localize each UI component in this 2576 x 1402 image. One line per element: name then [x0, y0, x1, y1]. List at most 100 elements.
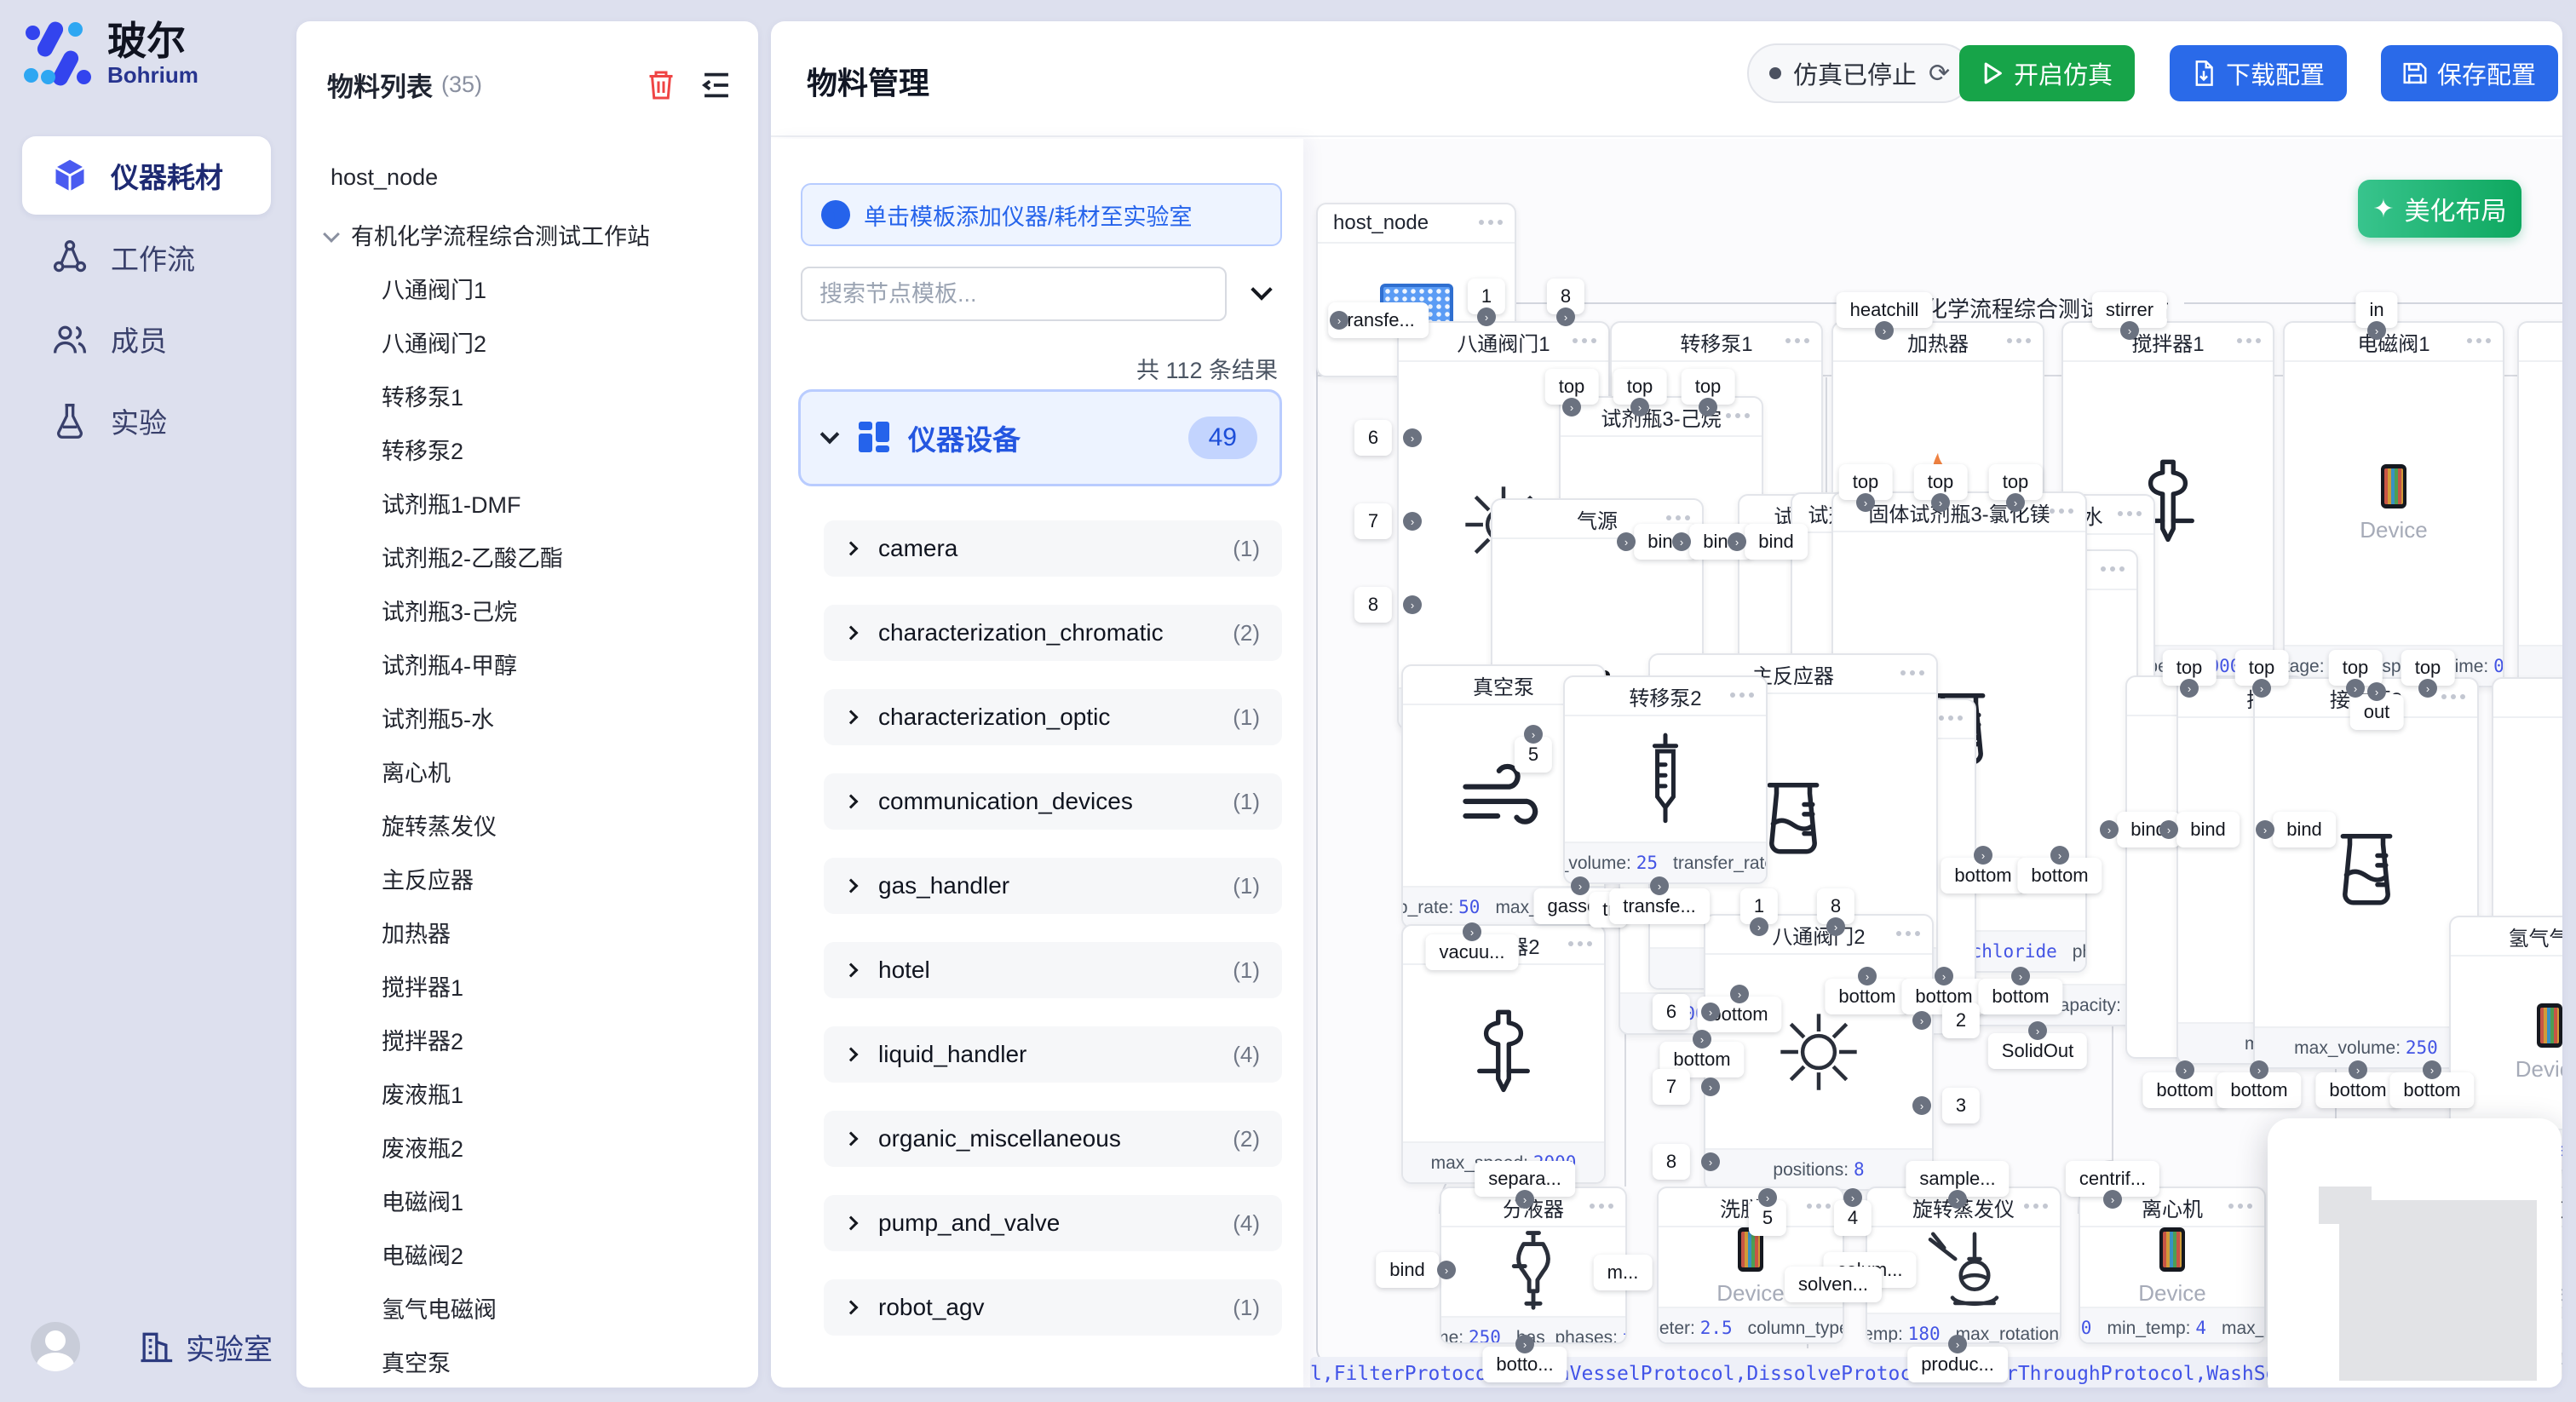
- template-group-robot_agv[interactable]: robot_agv(1): [824, 1279, 1282, 1336]
- tree-item[interactable]: 转移泵1: [382, 379, 463, 412]
- port-handle-icon[interactable]: ›: [1948, 1335, 1967, 1353]
- sidebar-item-4[interactable]: 实验: [22, 382, 271, 460]
- port-handle-icon[interactable]: ›: [1571, 876, 1590, 895]
- template-group-liquid_handler[interactable]: liquid_handler(4): [824, 1026, 1282, 1083]
- tree-item[interactable]: 试剂瓶2-乙酸乙酯: [382, 540, 563, 573]
- port-handle-icon[interactable]: ›: [2256, 820, 2274, 839]
- port-handle-icon[interactable]: ›: [2050, 846, 2069, 865]
- port-handle-icon[interactable]: ›: [1858, 967, 1877, 985]
- node-header[interactable]: 电磁阀2: [2519, 323, 2562, 362]
- tree-item[interactable]: 试剂瓶4-甲醇: [382, 647, 517, 681]
- port-handle-icon[interactable]: ›: [1524, 725, 1543, 744]
- port-handle-icon[interactable]: ›: [1617, 532, 1636, 551]
- port-chip-bind[interactable]: bind: [2176, 812, 2240, 848]
- node-menu-icon[interactable]: [1726, 413, 1750, 418]
- port-chip-m[interactable]: m...: [1594, 1255, 1653, 1290]
- port-chip-8[interactable]: 8: [1354, 587, 1392, 623]
- port-handle-icon[interactable]: ›: [1403, 595, 1422, 614]
- port-handle-icon[interactable]: ›: [1974, 846, 1992, 865]
- port-handle-icon[interactable]: ›: [1699, 398, 1717, 417]
- tree-item[interactable]: 离心机: [382, 755, 451, 788]
- template-group-characterization_chromatic[interactable]: characterization_chromatic(2): [824, 605, 1282, 661]
- template-group-pump_and_valve[interactable]: pump_and_valve(4): [824, 1195, 1282, 1251]
- port-handle-icon[interactable]: ›: [1330, 311, 1348, 330]
- port-handle-icon[interactable]: ›: [1856, 493, 1875, 512]
- port-handle-icon[interactable]: ›: [1948, 1190, 1967, 1209]
- port-handle-icon[interactable]: ›: [1701, 1077, 1720, 1096]
- port-handle-icon[interactable]: ›: [2159, 820, 2178, 839]
- node-menu-icon[interactable]: [1573, 338, 1596, 343]
- sidebar-item-3[interactable]: 成员: [22, 300, 271, 378]
- port-handle-icon[interactable]: ›: [1437, 1261, 1456, 1279]
- port-chip-3[interactable]: 3: [1942, 1088, 1980, 1123]
- port-handle-icon[interactable]: ›: [2011, 967, 2030, 985]
- node-menu-icon[interactable]: [1666, 515, 1690, 520]
- port-handle-icon[interactable]: ›: [1750, 917, 1768, 936]
- tree-item[interactable]: 废液瓶1: [382, 1077, 463, 1110]
- port-handle-icon[interactable]: ›: [1701, 1152, 1720, 1171]
- template-group-communication_devices[interactable]: communication_devices(1): [824, 773, 1282, 830]
- refresh-icon[interactable]: ⟳: [1929, 59, 1950, 89]
- node-menu-icon[interactable]: [1785, 338, 1809, 343]
- node-header[interactable]: 氢气气源: [2451, 917, 2562, 957]
- port-chip-bind[interactable]: bind: [2273, 812, 2336, 848]
- trash-icon[interactable]: [646, 68, 676, 102]
- tree-item[interactable]: host_node: [331, 164, 438, 191]
- tree-item[interactable]: 真空泵: [382, 1345, 451, 1378]
- port-handle-icon[interactable]: ›: [2120, 321, 2139, 340]
- tree-item[interactable]: 试剂瓶1-DMF: [382, 486, 521, 520]
- canvas-node-离心机[interactable]: 离心机Devicep: 40min_temp: 4max_spe: [2079, 1187, 2266, 1344]
- port-handle-icon[interactable]: ›: [1403, 512, 1422, 531]
- port-handle-icon[interactable]: ›: [1463, 922, 1481, 941]
- avatar[interactable]: [31, 1322, 80, 1371]
- port-handle-icon[interactable]: ›: [2250, 1060, 2268, 1079]
- port-handle-icon[interactable]: ›: [1826, 917, 1845, 936]
- port-handle-icon[interactable]: ›: [1556, 307, 1575, 326]
- template-group-gas_handler[interactable]: gas_handler(1): [824, 858, 1282, 914]
- port-handle-icon[interactable]: ›: [2176, 1060, 2194, 1079]
- port-handle-icon[interactable]: ›: [1403, 428, 1422, 447]
- search-template-input[interactable]: [801, 267, 1227, 321]
- port-chip-solven[interactable]: solven...: [1785, 1267, 1882, 1302]
- tree-item[interactable]: 搅拌器1: [382, 969, 463, 1003]
- canvas-node-电磁阀2[interactable]: 电磁阀2Devicevoltage: 12: [2517, 321, 2562, 687]
- node-menu-icon[interactable]: [2118, 511, 2142, 516]
- node-menu-icon[interactable]: [1900, 670, 1924, 675]
- port-handle-icon[interactable]: ›: [1630, 398, 1649, 417]
- node-menu-icon[interactable]: [2441, 694, 2465, 699]
- tree-item[interactable]: 废液瓶2: [382, 1130, 463, 1164]
- tree-item[interactable]: 八通阀门2: [382, 325, 486, 359]
- port-handle-icon[interactable]: ›: [1843, 1188, 1862, 1207]
- flow-canvas[interactable]: 有机化学流程综合测试工作站 host_no... host_node八通阀门1p…: [1303, 139, 2562, 1388]
- save-config-button[interactable]: 保存配置: [2381, 45, 2558, 101]
- category-instruments[interactable]: 仪器设备 49: [798, 389, 1282, 486]
- node-header[interactable]: [2493, 679, 2562, 718]
- tree-item[interactable]: 电磁阀2: [382, 1238, 463, 1271]
- node-menu-icon[interactable]: [2024, 1204, 2048, 1209]
- tree-item[interactable]: 试剂瓶5-水: [382, 701, 494, 734]
- node-header[interactable]: 搅拌器1: [2063, 323, 2273, 362]
- node-menu-icon[interactable]: [1568, 941, 1592, 946]
- port-chip-7[interactable]: 7: [1354, 503, 1392, 539]
- node-header[interactable]: 加热器: [1833, 323, 2043, 362]
- tree-item[interactable]: 加热器: [382, 916, 451, 949]
- port-handle-icon[interactable]: ›: [1562, 398, 1581, 417]
- start-sim-button[interactable]: 开启仿真: [1959, 45, 2135, 101]
- port-handle-icon[interactable]: ›: [2367, 321, 2386, 340]
- port-handle-icon[interactable]: ›: [2252, 679, 2271, 698]
- node-header[interactable]: 转移泵1: [1612, 323, 1821, 362]
- port-handle-icon[interactable]: ›: [1515, 1335, 1534, 1353]
- port-chip-7[interactable]: 7: [1653, 1069, 1690, 1105]
- node-menu-icon[interactable]: [2050, 509, 2073, 514]
- template-group-organic_miscellaneous[interactable]: organic_miscellaneous(2): [824, 1111, 1282, 1167]
- download-config-button[interactable]: 下载配置: [2170, 45, 2347, 101]
- node-menu-icon[interactable]: [1939, 715, 1963, 721]
- sidebar-item-2[interactable]: 工作流: [22, 218, 271, 296]
- port-handle-icon[interactable]: ›: [1730, 985, 1749, 1003]
- template-group-characterization_optic[interactable]: characterization_optic(1): [824, 689, 1282, 745]
- node-header[interactable]: 转移泵2: [1565, 677, 1766, 716]
- canvas-node-转移泵2[interactable]: 转移泵2max_volume: 25transfer_rate: 10: [1563, 675, 1768, 884]
- node-header[interactable]: 电磁阀1: [2285, 323, 2503, 362]
- port-handle-icon[interactable]: ›: [2346, 679, 2365, 698]
- panel-collapse-button[interactable]: [1245, 277, 1279, 311]
